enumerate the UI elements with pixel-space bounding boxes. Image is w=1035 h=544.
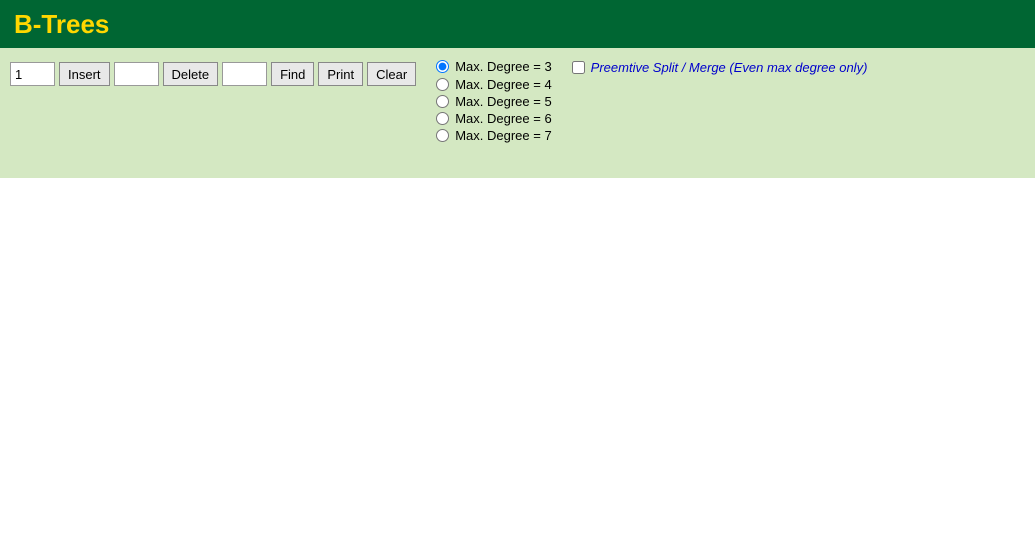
- preemptive-label: Preemtive Split / Merge (Even max degree…: [591, 60, 868, 75]
- options-row: Insert Delete Find Print Clear Max. Degr…: [10, 58, 867, 143]
- canvas-area: [0, 178, 1035, 544]
- preemptive-checkbox[interactable]: [572, 61, 585, 74]
- find-button[interactable]: Find: [271, 62, 314, 86]
- preemptive-row: Preemtive Split / Merge (Even max degree…: [572, 60, 868, 75]
- radio-deg4[interactable]: Max. Degree = 4: [436, 77, 867, 92]
- controls-left: Insert Delete Find Print Clear: [10, 62, 416, 86]
- print-button[interactable]: Print: [318, 62, 363, 86]
- app-header: B-Trees: [0, 0, 1035, 48]
- find-input[interactable]: [222, 62, 267, 86]
- insert-input[interactable]: [10, 62, 55, 86]
- insert-button[interactable]: Insert: [59, 62, 110, 86]
- clear-button[interactable]: Clear: [367, 62, 416, 86]
- controls-right: Max. Degree = 3 Preemtive Split / Merge …: [436, 58, 867, 143]
- app-title: B-Trees: [14, 9, 109, 40]
- radio-deg7[interactable]: Max. Degree = 7: [436, 128, 867, 143]
- radio-deg3[interactable]: Max. Degree = 3: [436, 59, 551, 74]
- radio-deg6[interactable]: Max. Degree = 6: [436, 111, 867, 126]
- radio-deg5[interactable]: Max. Degree = 5: [436, 94, 867, 109]
- delete-button[interactable]: Delete: [163, 62, 219, 86]
- toolbar: Insert Delete Find Print Clear Max. Degr…: [0, 48, 1035, 178]
- delete-input[interactable]: [114, 62, 159, 86]
